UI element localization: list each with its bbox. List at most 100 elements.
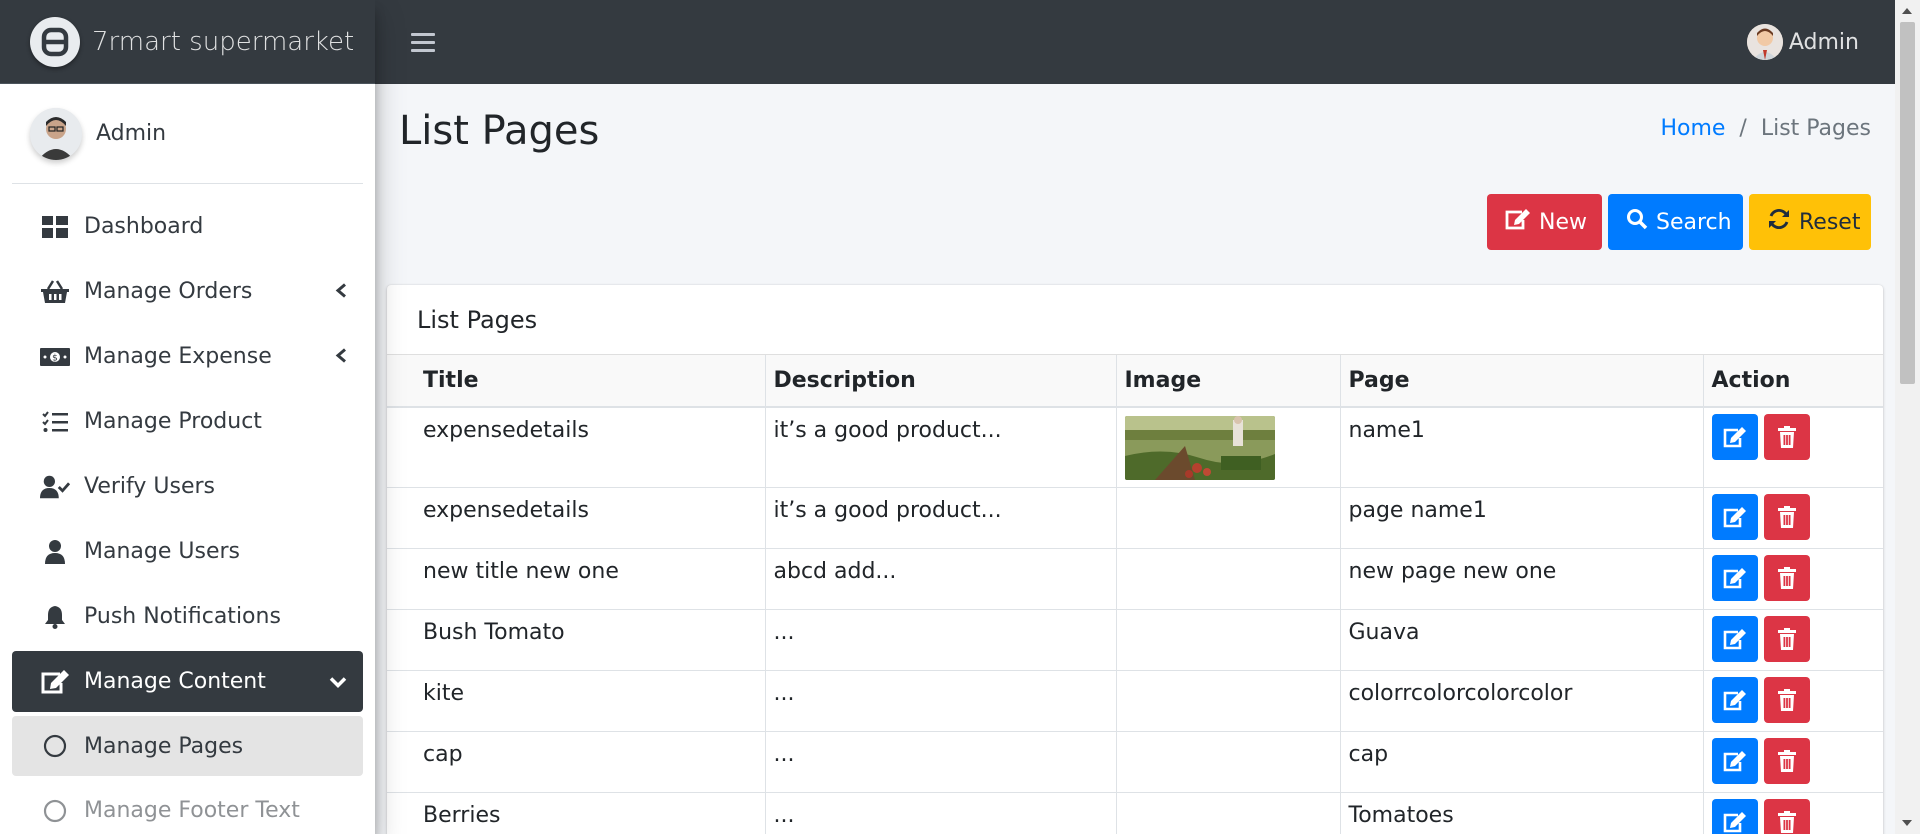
search-button-label: Search (1656, 209, 1732, 235)
sidebar-nav: Dashboard Manage Orders $ Manage Expense (0, 184, 375, 834)
user-check-icon (40, 472, 70, 502)
brand-name: 7rmart supermarket (92, 26, 355, 57)
table-row: Bush Tomato ... Guava (387, 608, 1883, 671)
cell-title: cap (387, 730, 766, 793)
svg-text:$: $ (52, 353, 58, 363)
money-icon: $ (40, 342, 70, 372)
cell-title: expensedetails (387, 486, 766, 549)
table-header-row: Title Description Image Page Action (387, 355, 1883, 408)
delete-row-button[interactable] (1763, 493, 1810, 540)
delete-row-button[interactable] (1763, 414, 1810, 460)
search-button[interactable]: Search (1608, 194, 1743, 250)
table-row: Berries ... Tomatoes (387, 791, 1883, 834)
content-wrapper: List Pages Home / List Pages New Search … (375, 84, 1895, 834)
sidebar-item-verify-users[interactable]: Verify Users (12, 456, 363, 517)
page-thumbnail-image[interactable] (1124, 416, 1275, 480)
sidebar-item-label: Push Notifications (84, 604, 281, 629)
user-panel[interactable]: Admin (12, 84, 363, 184)
edit-row-button[interactable] (1711, 676, 1758, 723)
sidebar-item-label: Manage Pages (84, 733, 244, 759)
user-icon (40, 537, 70, 567)
sidebar-item-manage-content[interactable]: Manage Content (12, 651, 363, 712)
basket-icon (40, 277, 70, 307)
top-user-menu[interactable]: Admin (1746, 24, 1859, 60)
new-button[interactable]: New (1487, 194, 1602, 250)
sidebar-item-push-notifications[interactable]: Push Notifications (12, 586, 363, 647)
sidebar-item-label: Verify Users (84, 474, 216, 499)
cell-action (1702, 547, 1883, 610)
cell-image (1115, 547, 1341, 610)
column-header-page: Page (1339, 355, 1704, 408)
cell-image (1115, 791, 1341, 834)
top-user-avatar (1746, 24, 1783, 60)
cell-title: new title new one (387, 547, 766, 610)
delete-row-button[interactable] (1763, 737, 1810, 784)
breadcrumb-current: List Pages (1760, 116, 1871, 141)
sidebar-item-label: Manage Product (84, 409, 262, 434)
cell-action (1702, 791, 1883, 834)
cell-title: kite (387, 669, 766, 732)
column-header-description: Description (764, 355, 1117, 408)
cell-image (1115, 669, 1341, 732)
sidebar-item-label: Manage Content (84, 669, 266, 694)
brand-link[interactable]: 7rmart supermarket (0, 0, 375, 84)
sidebar-item-label: Manage Users (84, 539, 240, 564)
cell-description: it’s a good product... (764, 486, 1117, 549)
sidebar-item-manage-users[interactable]: Manage Users (12, 521, 363, 582)
sidebar-item-manage-expense[interactable]: $ Manage Expense (12, 326, 363, 387)
sidebar-item-manage-footer-text[interactable]: Manage Footer Text (12, 780, 363, 834)
cell-description: ... (764, 791, 1117, 834)
column-header-title: Title (387, 355, 766, 408)
edit-row-button[interactable] (1711, 615, 1758, 662)
breadcrumb-separator: / (1739, 116, 1747, 141)
top-user-name: Admin (1788, 29, 1859, 55)
chevron-left-icon (335, 279, 347, 304)
dashboard-icon (40, 212, 70, 242)
delete-row-button[interactable] (1763, 798, 1810, 834)
table-row: expensedetails it’s a good product... pa… (387, 486, 1883, 549)
edit-row-button[interactable] (1711, 554, 1758, 601)
cell-description: it’s a good product... (764, 406, 1117, 488)
reset-button[interactable]: Reset (1749, 194, 1871, 250)
edit-icon (1505, 208, 1531, 236)
edit-row-button[interactable] (1711, 414, 1758, 460)
cell-action (1702, 669, 1883, 732)
delete-row-button[interactable] (1763, 676, 1810, 723)
chevron-left-icon (335, 344, 347, 369)
cell-page: page name1 (1339, 486, 1704, 549)
delete-row-button[interactable] (1763, 615, 1810, 662)
sidebar-user-name: Admin (96, 121, 167, 146)
table-row: kite ... colorrcolorcolorcolor (387, 669, 1883, 732)
edit-row-button[interactable] (1711, 737, 1758, 784)
sidebar-item-dashboard[interactable]: Dashboard (12, 196, 363, 257)
column-header-action: Action (1702, 355, 1883, 408)
cell-action (1702, 406, 1883, 488)
edit-row-button[interactable] (1711, 493, 1758, 540)
user-avatar (30, 107, 82, 160)
hamburger-icon[interactable] (411, 32, 435, 52)
cell-page: Tomatoes (1339, 791, 1704, 834)
delete-row-button[interactable] (1763, 554, 1810, 601)
column-header-image: Image (1115, 355, 1341, 408)
sidebar-item-label: Manage Orders (84, 279, 253, 304)
scroll-down-arrow-icon[interactable] (1902, 820, 1912, 826)
action-buttons: New Search Reset (1487, 194, 1871, 250)
refresh-icon (1767, 208, 1791, 236)
card-title: List Pages (387, 285, 1883, 355)
chevron-down-icon (329, 669, 347, 694)
scroll-up-arrow-icon[interactable] (1902, 8, 1912, 14)
breadcrumb-home-link[interactable]: Home (1660, 116, 1725, 141)
cell-image (1115, 486, 1341, 549)
cell-description: ... (764, 608, 1117, 671)
sidebar-item-manage-orders[interactable]: Manage Orders (12, 261, 363, 322)
sidebar-item-manage-pages[interactable]: Manage Pages (12, 716, 363, 776)
scroll-thumb[interactable] (1900, 22, 1915, 384)
table-row: cap ... cap (387, 730, 1883, 793)
cell-title: Bush Tomato (387, 608, 766, 671)
cell-page: colorrcolorcolorcolor (1339, 669, 1704, 732)
sidebar-item-manage-product[interactable]: Manage Product (12, 391, 363, 452)
page-scrollbar[interactable] (1895, 0, 1920, 834)
sidebar-item-label: Dashboard (84, 214, 204, 239)
new-button-label: New (1539, 209, 1587, 235)
edit-row-button[interactable] (1711, 798, 1758, 834)
